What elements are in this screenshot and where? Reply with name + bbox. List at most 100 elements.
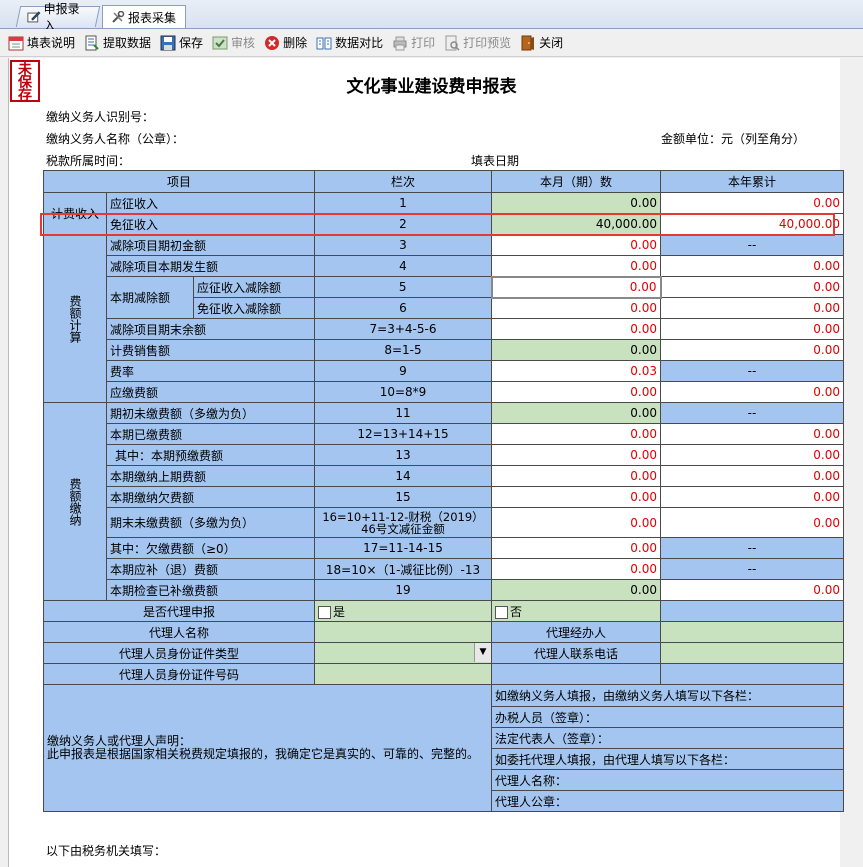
- row-month-input[interactable]: 0.00: [490, 275, 662, 299]
- edit-icon: [27, 11, 41, 23]
- review-button[interactable]: 审核: [212, 32, 255, 54]
- row-year-value: 0.00: [660, 444, 844, 466]
- row-month-value: 0.00: [491, 297, 661, 319]
- agent-phone-label: 代理人联系电话: [491, 642, 661, 664]
- group-revenue: 计费收入: [43, 192, 107, 235]
- row-label: 本期应补（退）费额: [106, 558, 315, 580]
- row-year-value: 0.00: [660, 507, 844, 538]
- checkbox-yes[interactable]: [318, 605, 331, 619]
- row-year-value: --: [660, 360, 844, 382]
- declaration-line2: 此申报表是根据国家相关税费规定填报的，我确定它是真实的、可靠的、完整的。: [47, 747, 480, 761]
- row-year-value: 0.00: [660, 486, 844, 508]
- review-icon: [212, 36, 228, 49]
- agent-name-label: 代理人名称: [43, 621, 315, 643]
- page-title: 文化事业建设费申报表: [346, 77, 517, 97]
- calendar-icon: [8, 36, 24, 50]
- row-year-value: 40,000.00: [660, 213, 844, 235]
- delete-icon: [265, 35, 280, 50]
- id-type-select[interactable]: ▼: [314, 642, 492, 664]
- fill-help-button[interactable]: 填表说明: [8, 32, 75, 54]
- tab-report-collection[interactable]: 报表采集: [102, 5, 186, 28]
- declaration-r3: 法定代表人（签章）：: [491, 727, 844, 749]
- row-col: 14: [314, 465, 492, 487]
- row-month-value: 0.00: [491, 507, 661, 538]
- row-year-value: --: [660, 537, 844, 559]
- row-col: 17=11-14-15: [314, 537, 492, 559]
- delete-label: 删除: [283, 36, 308, 50]
- save-button[interactable]: 保存: [160, 32, 203, 54]
- fee-table: 项目 栏次 本月（期）数 本年累计 计费收入 应征收入 1 0.00 0.00 …: [43, 170, 844, 812]
- tab-bar: 申报录入 报表采集: [0, 0, 863, 33]
- print-button[interactable]: 打印: [392, 32, 435, 54]
- extract-icon: [85, 35, 99, 50]
- agent-handler-label: 代理经办人: [491, 621, 661, 643]
- amount-unit-label: 金额单位：元（列至角分）: [661, 132, 806, 146]
- row-month-value: 0.00: [491, 444, 661, 466]
- row-col: 10=8*9: [314, 381, 492, 403]
- row-label: 本期缴纳欠费额: [106, 486, 315, 508]
- row-label: 期初未缴费额（多缴为负）: [106, 402, 315, 424]
- tab-label: 报表采集: [128, 10, 177, 25]
- row-year-value: 0.00: [660, 381, 844, 403]
- row-col: 18=10×（1-减征比例）-13: [314, 558, 492, 580]
- row-month-value: 0.00: [491, 465, 661, 487]
- agent-phone-input[interactable]: [660, 642, 844, 664]
- row-label: 减除项目本期发生额: [106, 255, 315, 277]
- is-agent-label: 是否代理申报: [43, 600, 315, 622]
- row-label: 费率: [106, 360, 315, 382]
- row-month-input[interactable]: 0.00: [491, 339, 661, 361]
- row-month-value: 0.00: [491, 234, 661, 256]
- row-label: 本期已缴费额: [106, 423, 315, 445]
- row-year-value: 0.00: [660, 423, 844, 445]
- row-col: 13: [314, 444, 492, 466]
- fill-date-label: 填表日期: [471, 154, 520, 168]
- agent-name-input[interactable]: [314, 621, 492, 643]
- agent-yes-option[interactable]: 是: [314, 600, 492, 622]
- agent-handler-input[interactable]: [660, 621, 844, 643]
- row-label: 计费销售额: [106, 339, 315, 361]
- row-label: 期末未缴费额（多缴为负）: [106, 507, 315, 538]
- delete-button[interactable]: 删除: [264, 32, 307, 54]
- empty-cell: [491, 663, 661, 685]
- empty-cell: [660, 600, 844, 622]
- exit-door-icon: [521, 35, 535, 50]
- declaration-r6: 代理人公章：: [491, 790, 844, 812]
- checkbox-no[interactable]: [495, 605, 508, 619]
- row-year-value: 0.00: [660, 297, 844, 319]
- row-month-value: 0.00: [491, 381, 661, 403]
- fill-help-label: 填表说明: [27, 36, 76, 50]
- row-month-value: 0.00: [491, 537, 661, 559]
- extract-data-label: 提取数据: [103, 36, 152, 50]
- tools-icon: [112, 11, 125, 23]
- print-preview-label: 打印预览: [463, 36, 512, 50]
- id-number-label: 代理人员身份证件号码: [43, 663, 315, 685]
- row-label: 本期检查已补缴费额: [106, 579, 315, 601]
- id-number-input[interactable]: [314, 663, 492, 685]
- print-preview-button[interactable]: 打印预览: [444, 32, 511, 54]
- row-month-input[interactable]: 0.00: [491, 402, 661, 424]
- row-col: 4: [314, 255, 492, 277]
- close-label: 关闭: [539, 36, 564, 50]
- row-col: 6: [314, 297, 492, 319]
- save-label: 保存: [179, 36, 204, 50]
- print-preview-icon: [445, 35, 460, 51]
- extract-data-button[interactable]: 提取数据: [84, 32, 151, 54]
- data-compare-label: 数据对比: [335, 36, 384, 50]
- taxpayer-name-label: 缴纳义务人名称（公章）：: [46, 132, 185, 146]
- chevron-down-icon[interactable]: ▼: [474, 643, 491, 662]
- row-month-input[interactable]: 40,000.00: [491, 213, 661, 235]
- close-button[interactable]: 关闭: [520, 32, 563, 54]
- agent-no-option[interactable]: 否: [491, 600, 661, 622]
- row-year-value: 0.00: [660, 318, 844, 340]
- data-compare-button[interactable]: 数据对比: [316, 32, 383, 54]
- row-year-value: 0.00: [660, 339, 844, 361]
- empty-cell: [660, 663, 844, 685]
- row-label: 减除项目期初金额: [106, 234, 315, 256]
- row-month-input[interactable]: 0.00: [491, 579, 661, 601]
- row-label: 应征收入: [106, 192, 315, 214]
- row-month-value: 0.00: [491, 486, 661, 508]
- row-label: 减除项目期末余额: [106, 318, 315, 340]
- row-month-input[interactable]: 0.00: [491, 192, 661, 214]
- row-year-value: --: [660, 558, 844, 580]
- tab-declaration-entry[interactable]: 申报录入: [15, 2, 101, 33]
